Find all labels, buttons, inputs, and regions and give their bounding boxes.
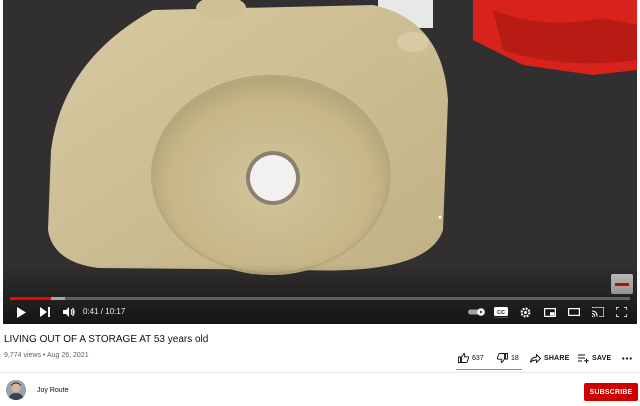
video-meta: 9,774 views • Aug 26, 2021 [4,352,89,359]
progress-bar[interactable] [10,297,630,300]
subtitles-icon[interactable]: CC [492,302,510,322]
subscribe-button[interactable]: SUBSCRIBE [584,383,638,401]
video-player[interactable]: 0:41 / 10:17 CC [3,0,637,324]
fullscreen-icon[interactable] [613,302,629,322]
video-actions: 637 18 SHARE SAVE [450,348,640,368]
dislike-button[interactable]: 18 [497,348,519,368]
like-button[interactable]: 637 [458,348,484,368]
volume-icon[interactable] [61,302,77,322]
settings-gear-icon[interactable] [517,302,533,322]
theater-mode-icon[interactable] [566,302,582,322]
share-icon [530,353,541,363]
like-count: 637 [472,354,484,362]
player-controls: 0:41 / 10:17 CC [3,302,637,322]
miniplayer-icon[interactable] [542,302,558,322]
save-label: SAVE [592,354,612,362]
share-label: SHARE [544,354,570,362]
progress-played [10,297,51,300]
channel-name[interactable]: Joy Route [37,387,69,394]
thumbs-down-icon [497,353,508,363]
current-time: 0:41 [83,307,99,316]
more-actions-button[interactable] [620,348,634,368]
divider [0,372,640,373]
play-icon[interactable] [13,302,29,322]
share-button[interactable]: SHARE [530,348,570,368]
dislike-count: 18 [511,354,519,362]
view-count: 9,774 views [4,352,41,359]
time-display: 0:41 / 10:17 [83,302,125,322]
cast-icon[interactable] [590,302,606,322]
svg-text:CC: CC [497,309,505,315]
upload-date: Aug 26, 2021 [46,352,89,359]
sentiment-bar [456,369,522,370]
add-to-playlist-icon [578,354,589,363]
save-button[interactable]: SAVE [578,348,611,368]
duration: 10:17 [105,307,126,316]
video-title: LIVING OUT OF A STORAGE AT 53 years old [4,334,209,345]
avatar-image [6,380,26,400]
autoplay-toggle-icon[interactable] [467,302,487,322]
thumbs-up-icon [458,353,469,363]
more-horizontal-icon [622,356,632,360]
next-icon[interactable] [37,302,53,322]
channel-avatar[interactable] [6,380,26,400]
